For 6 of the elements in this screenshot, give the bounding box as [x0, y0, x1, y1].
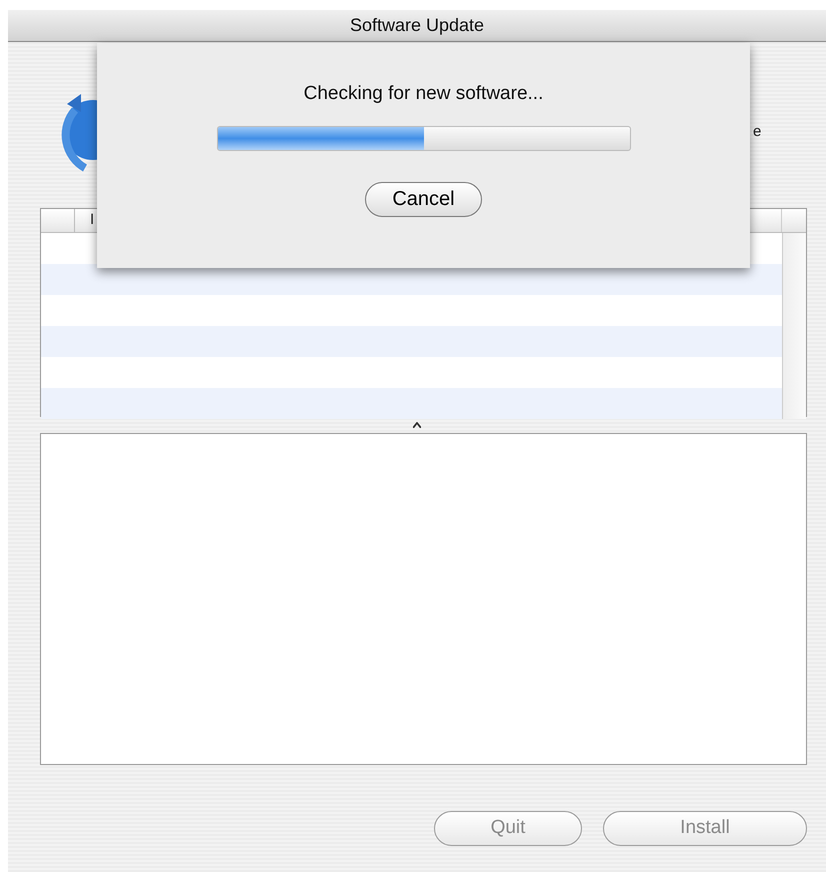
status-message: Checking for new software...: [304, 82, 544, 106]
window-title: Software Update: [8, 10, 826, 42]
cancel-button[interactable]: Cancel: [365, 182, 482, 216]
description-fragment: e: [753, 123, 762, 140]
splitter-handle-icon[interactable]: [413, 422, 421, 428]
scrollbar-track[interactable]: [782, 232, 806, 418]
